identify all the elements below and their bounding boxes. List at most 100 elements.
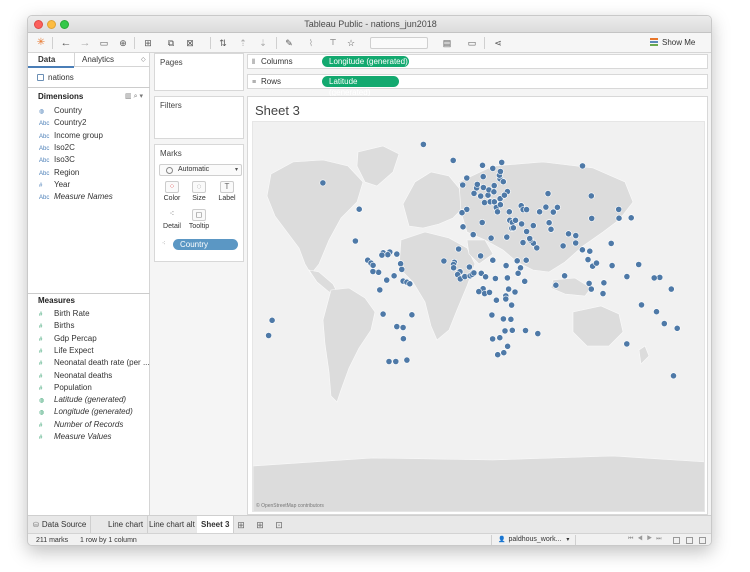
country-mark[interactable]: [449, 157, 457, 164]
country-mark[interactable]: [504, 342, 511, 350]
country-mark[interactable]: [623, 273, 631, 280]
field-item[interactable]: Abc Country2: [39, 117, 86, 129]
tab-line-chart-alt[interactable]: Line chart alt: [145, 516, 200, 534]
share-icon[interactable]: ⋖: [491, 36, 505, 50]
sheet-title[interactable]: Sheet 3: [255, 103, 300, 118]
country-mark[interactable]: [536, 208, 543, 216]
country-mark[interactable]: [419, 140, 427, 148]
country-mark[interactable]: [477, 192, 485, 200]
country-mark[interactable]: [481, 199, 488, 206]
country-mark[interactable]: [475, 288, 483, 295]
account-dropdown[interactable]: 👤 paldhous_work... ▾: [491, 535, 577, 545]
marks-color-button[interactable]: ⁘ Color: [160, 181, 184, 205]
country-mark[interactable]: [352, 237, 359, 245]
country-mark[interactable]: [399, 335, 407, 343]
field-item[interactable]: ◍ Latitude (generated): [39, 394, 126, 406]
field-item[interactable]: # Neonatal deaths: [39, 370, 112, 382]
country-mark[interactable]: [489, 165, 497, 172]
country-mark[interactable]: [545, 219, 553, 227]
country-mark[interactable]: [450, 264, 457, 272]
country-mark[interactable]: [385, 358, 393, 365]
grid-view-icon[interactable]: [673, 537, 680, 544]
rows-pill-latitude[interactable]: Latitude (generated): [322, 76, 399, 97]
country-mark[interactable]: [463, 174, 471, 182]
country-mark[interactable]: [507, 315, 515, 323]
country-mark[interactable]: [459, 181, 467, 189]
country-mark[interactable]: [486, 288, 493, 296]
country-mark[interactable]: [565, 230, 572, 238]
country-mark[interactable]: [638, 301, 645, 309]
forward-arrow-icon[interactable]: →: [78, 36, 92, 50]
country-mark[interactable]: [479, 173, 487, 180]
country-mark[interactable]: [459, 223, 467, 231]
country-mark[interactable]: [265, 332, 272, 339]
new-data-source-icon[interactable]: ⊕: [116, 36, 130, 50]
new-story-icon[interactable]: ⊡: [273, 519, 285, 531]
field-item[interactable]: # Number of Records: [39, 419, 123, 431]
country-mark[interactable]: [511, 288, 519, 296]
tab-data[interactable]: Data: [38, 55, 55, 64]
country-mark[interactable]: [406, 280, 414, 288]
save-icon[interactable]: ▭: [97, 36, 111, 50]
country-mark[interactable]: [319, 179, 327, 187]
country-mark[interactable]: [502, 295, 510, 303]
country-mark[interactable]: [578, 246, 586, 254]
country-mark[interactable]: [673, 324, 681, 332]
pin-icon[interactable]: ☆: [344, 36, 358, 50]
country-mark[interactable]: [408, 311, 416, 319]
country-mark[interactable]: [499, 178, 507, 186]
country-mark[interactable]: [478, 219, 486, 226]
country-mark[interactable]: [600, 279, 608, 287]
field-item[interactable]: Abc Iso3C: [39, 154, 75, 166]
country-mark[interactable]: [667, 285, 675, 293]
country-mark[interactable]: [369, 261, 377, 269]
country-mark[interactable]: [542, 203, 550, 211]
field-item[interactable]: # Births: [39, 320, 74, 332]
marks-label-button[interactable]: T Label: [215, 181, 239, 205]
country-mark[interactable]: [584, 256, 592, 263]
country-mark[interactable]: [465, 263, 473, 271]
field-item[interactable]: # Population: [39, 382, 92, 394]
highlight-pen-icon[interactable]: ✎: [282, 36, 296, 50]
country-mark[interactable]: [375, 268, 382, 276]
country-mark[interactable]: [499, 315, 507, 323]
mark-type-dropdown[interactable]: Automatic ▾: [159, 164, 242, 176]
filmstrip-view-icon[interactable]: [686, 537, 693, 544]
field-item[interactable]: Abc Income group: [39, 130, 103, 142]
marks-size-button[interactable]: ◌ Size: [187, 181, 211, 205]
country-mark[interactable]: [615, 214, 623, 222]
country-mark[interactable]: [522, 327, 529, 334]
tab-line-chart[interactable]: Line chart: [104, 516, 149, 534]
country-mark[interactable]: [383, 276, 391, 284]
country-mark[interactable]: [490, 198, 498, 206]
country-mark[interactable]: [489, 256, 497, 264]
country-mark[interactable]: [397, 260, 404, 268]
field-item[interactable]: # Birth Rate: [39, 308, 90, 320]
country-mark[interactable]: [369, 268, 377, 275]
data-source-item[interactable]: nations: [37, 73, 74, 82]
country-mark[interactable]: [572, 232, 580, 239]
search-icon[interactable]: ⌕: [134, 93, 138, 100]
tab-menu-chevron-icon[interactable]: ◇: [141, 56, 146, 63]
country-mark[interactable]: [501, 327, 509, 335]
country-mark[interactable]: [561, 272, 568, 280]
country-mark[interactable]: [496, 168, 504, 175]
country-mark[interactable]: [518, 220, 525, 228]
country-mark[interactable]: [593, 259, 600, 267]
country-mark[interactable]: [490, 182, 498, 189]
country-mark[interactable]: [496, 201, 504, 209]
country-mark[interactable]: [587, 192, 595, 200]
country-mark[interactable]: [572, 239, 580, 247]
rows-shelf[interactable]: ≡ Rows Latitude (generated): [247, 74, 708, 97]
map-area[interactable]: © OpenStreetMap contributors: [252, 121, 705, 512]
country-mark[interactable]: [376, 286, 384, 294]
country-mark[interactable]: [379, 310, 387, 318]
country-mark[interactable]: [519, 239, 527, 246]
field-item[interactable]: # Life Expect: [39, 345, 94, 357]
country-mark[interactable]: [635, 261, 643, 268]
field-item[interactable]: # Gdp Percap: [39, 333, 97, 345]
country-mark[interactable]: [384, 251, 392, 259]
country-mark[interactable]: [559, 242, 567, 250]
country-mark[interactable]: [552, 281, 560, 289]
country-mark[interactable]: [505, 285, 512, 293]
